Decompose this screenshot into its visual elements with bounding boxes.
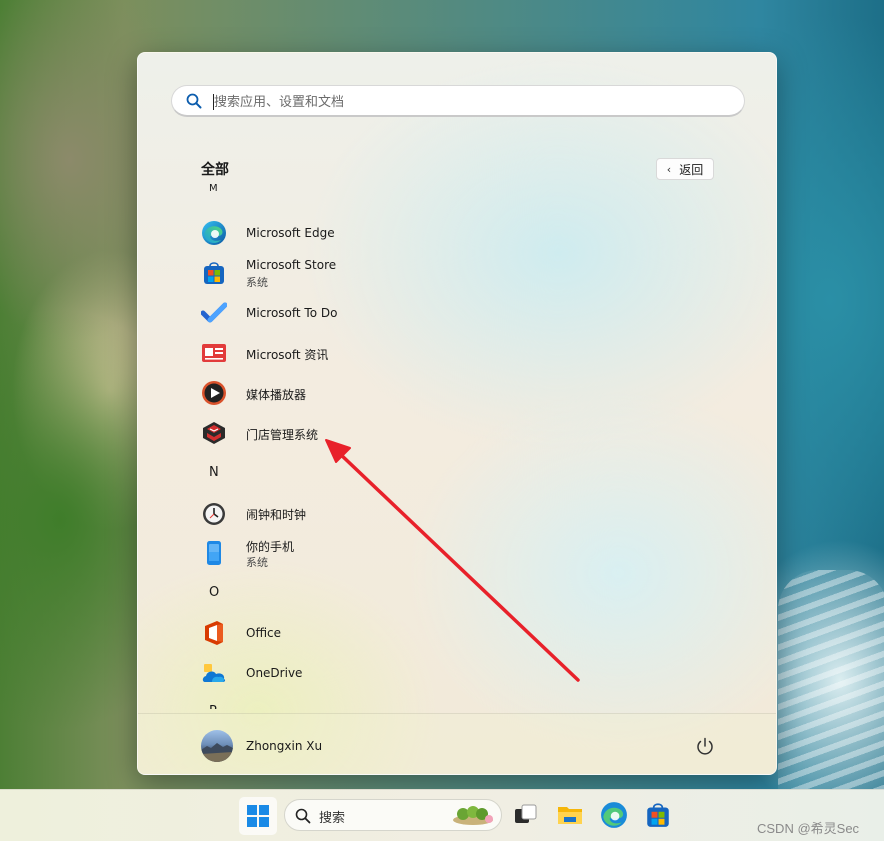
back-button[interactable]: ‹ 返回: [656, 158, 714, 180]
task-view-icon[interactable]: [512, 801, 540, 829]
app-item-microsoft-store[interactable]: Microsoft Store 系统: [138, 253, 776, 293]
app-subtitle: 系统: [246, 276, 268, 289]
app-name: Microsoft Store: [246, 258, 337, 272]
avatar-image: [201, 743, 233, 762]
app-item-media-player[interactable]: 媒体播放器: [138, 373, 776, 413]
taskbar-search[interactable]: 搜索: [284, 799, 502, 831]
app-subtitle: 系统: [246, 556, 268, 569]
start-menu: 全部 ‹ 返回 M Microsoft Edge: [137, 52, 777, 775]
store-taskbar-icon[interactable]: [644, 801, 672, 829]
back-button-label: 返回: [679, 162, 704, 177]
letter-header-p[interactable]: P: [138, 693, 776, 709]
app-name: OneDrive: [246, 666, 303, 680]
windows-logo-icon: [247, 805, 269, 827]
search-icon: [186, 93, 202, 109]
avatar[interactable]: [201, 730, 233, 762]
media-player-icon: [202, 381, 226, 405]
start-button[interactable]: [239, 797, 277, 835]
app-item-office[interactable]: Office: [138, 613, 776, 653]
watermark: CSDN @希灵Sec: [757, 821, 860, 836]
user-name[interactable]: Zhongxin Xu: [246, 739, 322, 753]
news-icon: [202, 344, 226, 362]
letter-p: P: [209, 704, 217, 709]
app-name: Microsoft 资讯: [246, 348, 329, 362]
search-icon: [295, 808, 311, 824]
todo-icon: [201, 302, 227, 323]
letter-header-m[interactable]: M: [138, 181, 776, 209]
edge-taskbar-icon[interactable]: [600, 801, 628, 829]
app-name: 门店管理系统: [246, 428, 319, 442]
app-item-microsoft-edge[interactable]: Microsoft Edge: [138, 213, 776, 253]
app-name: Office: [246, 626, 282, 640]
onedrive-icon: [202, 664, 226, 682]
letter-m: M: [209, 183, 218, 194]
app-name: Microsoft To Do: [246, 306, 338, 320]
start-search-box[interactable]: [171, 85, 745, 117]
search-input[interactable]: [214, 92, 714, 112]
letter-o: O: [209, 585, 220, 600]
start-menu-footer: Zhongxin Xu: [138, 713, 776, 774]
taskbar-search-label: 搜索: [319, 811, 346, 826]
phone-link-icon: [207, 541, 221, 565]
letter-n: N: [209, 465, 219, 480]
app-item-alarms-clock[interactable]: 闹钟和时钟: [138, 493, 776, 533]
app-item-microsoft-to-do[interactable]: Microsoft To Do: [138, 293, 776, 333]
chevron-left-icon: ‹: [666, 162, 672, 176]
app-item-your-phone[interactable]: 你的手机 系统: [138, 533, 776, 573]
search-highlight-icon: [453, 806, 493, 825]
clock-icon: [203, 503, 225, 525]
office-icon: [205, 621, 223, 645]
all-apps-title: 全部: [201, 162, 229, 178]
letter-header-o[interactable]: O: [138, 573, 776, 613]
app-name: 你的手机: [246, 540, 295, 554]
app-name: Microsoft Edge: [246, 226, 335, 240]
file-explorer-icon[interactable]: [556, 801, 584, 829]
letter-header-n[interactable]: N: [138, 453, 776, 493]
app-item-microsoft-news[interactable]: Microsoft 资讯: [138, 333, 776, 373]
app-item-store-management[interactable]: 门店管理系统: [138, 413, 776, 453]
taskbar: 搜索: [0, 789, 884, 841]
power-icon[interactable]: [693, 735, 717, 759]
store-icon: [204, 262, 224, 284]
edge-icon: [202, 221, 226, 245]
all-apps-list[interactable]: M Microsoft Edge Microsoft Store 系统 Micr…: [138, 181, 776, 709]
app-name: 媒体播放器: [246, 388, 307, 402]
store-management-icon: [203, 422, 225, 444]
app-name: 闹钟和时钟: [246, 508, 307, 522]
app-item-onedrive[interactable]: OneDrive: [138, 653, 776, 693]
